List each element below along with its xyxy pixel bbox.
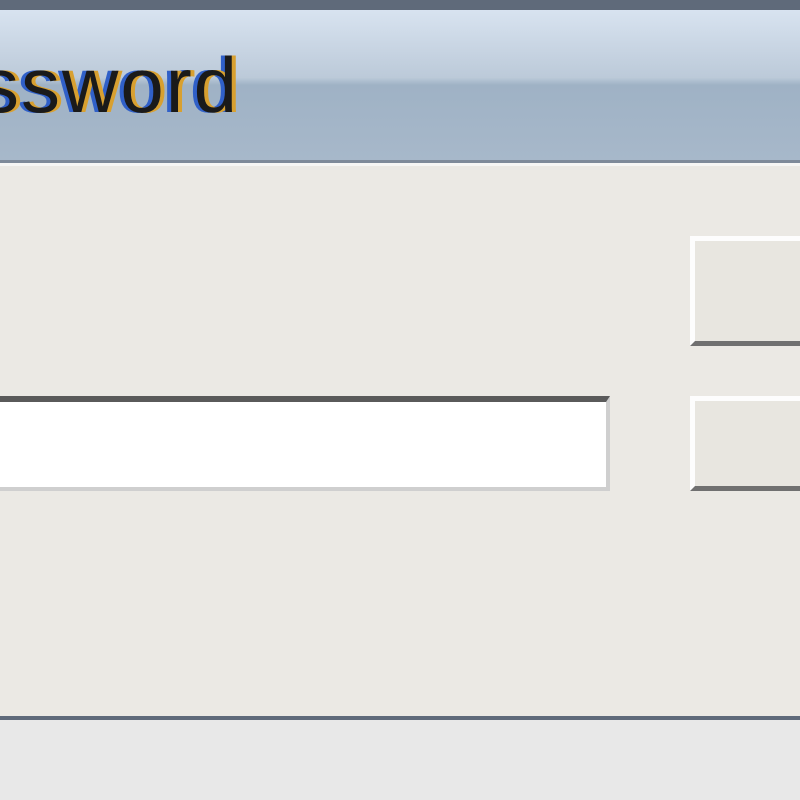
dialog-button-primary[interactable] [690, 236, 800, 346]
dialog-window: ssword [0, 0, 800, 720]
client-area [0, 163, 800, 716]
title-bar[interactable]: ssword [0, 10, 800, 163]
window-title: ssword [0, 40, 239, 131]
password-input[interactable] [0, 396, 610, 491]
dialog-button-secondary[interactable] [690, 396, 800, 491]
